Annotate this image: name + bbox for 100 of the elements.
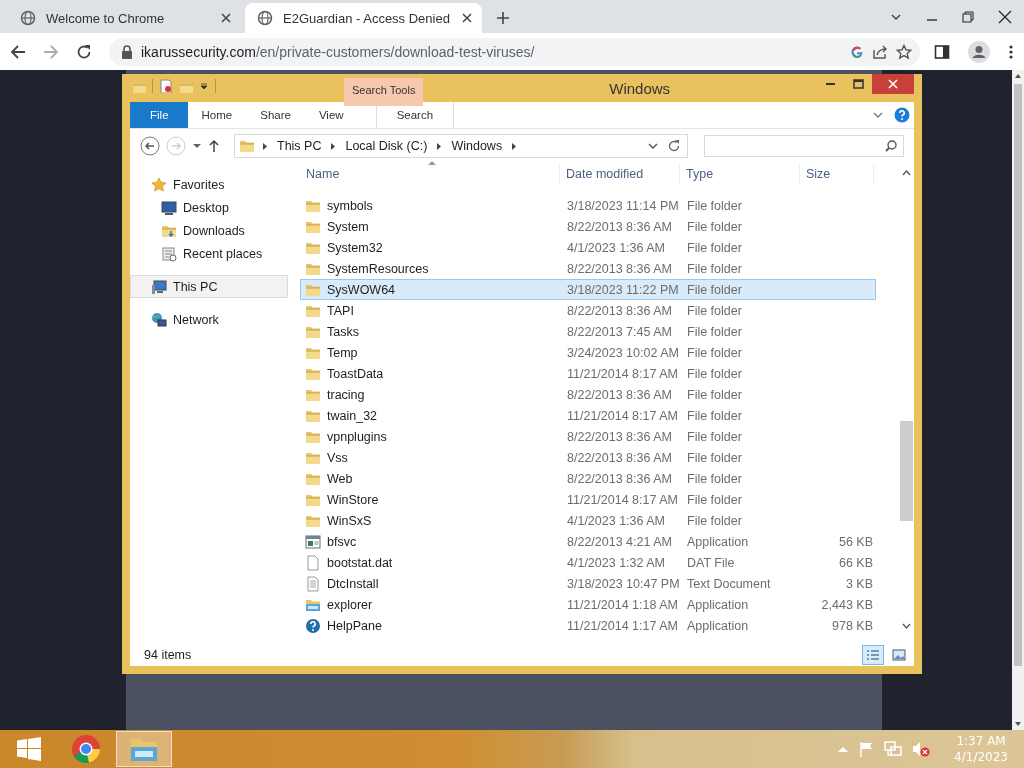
- file-row[interactable]: explorer 11/21/2014 1:18 AM Application 2,443 KB: [300, 594, 876, 615]
- monitor-icon: [161, 199, 177, 216]
- ribbon-tab[interactable]: Share: [246, 102, 305, 128]
- properties-icon[interactable]: [159, 79, 173, 93]
- back-icon[interactable]: [140, 136, 160, 156]
- nav-item[interactable]: Desktop: [130, 196, 288, 219]
- file-row[interactable]: symbols 3/18/2023 11:14 PM File folder: [300, 195, 876, 216]
- date-cell-text: 8/22/2013 8:36 AM: [566, 387, 673, 402]
- help-icon[interactable]: [894, 107, 910, 123]
- file-row[interactable]: System32 4/1/2023 1:36 AM File folder: [300, 237, 876, 258]
- file-row[interactable]: SysWOW64 3/18/2023 11:22 PM File folder: [300, 279, 876, 300]
- file-name: vpnplugins: [327, 429, 387, 444]
- browser-tab[interactable]: E2Guardian - Access Denied: [245, 3, 482, 33]
- size-cell-text: 2,443 KB: [820, 597, 874, 612]
- column-header[interactable]: Date modified: [560, 164, 680, 184]
- type-cell-text: File folder: [686, 282, 743, 297]
- date-cell-text: 8/22/2013 4:21 AM: [566, 534, 673, 549]
- type-cell-text: File folder: [686, 345, 743, 360]
- details-view-icon: [866, 649, 880, 661]
- file-row[interactable]: HelpPane 11/21/2014 1:17 AM Application 978 KB: [300, 615, 876, 636]
- muted-speaker-icon[interactable]: [912, 741, 931, 757]
- nav-item[interactable]: Network: [130, 308, 288, 331]
- up-icon[interactable]: [208, 139, 220, 153]
- ribbon-tab[interactable]: Search: [375, 102, 455, 128]
- file-name: ToastData: [327, 366, 384, 381]
- contextual-tab-group-label: Search Tools: [344, 78, 424, 106]
- file-row[interactable]: tracing 8/22/2013 8:36 AM File folder: [300, 384, 876, 405]
- file-row[interactable]: Vss 8/22/2013 8:36 AM File folder: [300, 447, 876, 468]
- file-row[interactable]: SystemResources 8/22/2013 8:36 AM File folder: [300, 258, 876, 279]
- date-cell-text: 11/21/2014 8:17 AM: [566, 408, 679, 423]
- lock-icon: [121, 44, 133, 59]
- close-icon[interactable]: [998, 9, 1012, 24]
- details-view-button[interactable]: [862, 645, 884, 665]
- share-icon[interactable]: [872, 43, 888, 60]
- nav-item[interactable]: Favorites: [130, 173, 288, 196]
- date-cell-text: 11/21/2014 8:17 AM: [566, 492, 679, 507]
- side-panel-icon[interactable]: [934, 43, 950, 60]
- type-cell-text: File folder: [686, 366, 743, 381]
- file-row[interactable]: bootstat.dat 4/1/2023 1:32 AM DAT File 66 KB: [300, 552, 876, 573]
- date-cell-text: 11/21/2014 1:18 AM: [566, 597, 679, 612]
- breadcrumb-item[interactable]: Windows: [449, 139, 505, 153]
- chevron-right-icon: [330, 141, 337, 151]
- new-tab-icon[interactable]: [496, 11, 510, 25]
- dropdown-icon[interactable]: [199, 81, 209, 91]
- minimize-icon: [825, 83, 835, 85]
- file-row[interactable]: WinStore 11/21/2014 8:17 AM File folder: [300, 489, 876, 510]
- profile-icon[interactable]: [968, 40, 990, 63]
- file-row[interactable]: TAPI 8/22/2013 8:36 AM File folder: [300, 300, 876, 321]
- ribbon-tab[interactable]: File: [130, 102, 188, 128]
- reload-icon[interactable]: [76, 43, 92, 60]
- column-header[interactable]: Type: [680, 164, 800, 184]
- recent-places-icon: [161, 245, 177, 262]
- type-cell-text: Application: [686, 597, 750, 612]
- back-icon[interactable]: [10, 43, 26, 60]
- file-row[interactable]: ToastData 11/21/2014 8:17 AM File folder: [300, 363, 876, 384]
- google-icon[interactable]: [850, 44, 864, 59]
- search-field[interactable]: [704, 135, 904, 157]
- recent-locations-icon[interactable]: [192, 141, 202, 151]
- sort-arrow-icon[interactable]: [428, 160, 436, 165]
- file-row[interactable]: vpnplugins 8/22/2013 8:36 AM File folder: [300, 426, 876, 447]
- file-row[interactable]: twain_32 11/21/2014 8:17 AM File folder: [300, 405, 876, 426]
- type-cell-text: File folder: [686, 240, 743, 255]
- close-icon[interactable]: [219, 11, 233, 25]
- file-row[interactable]: Temp 3/24/2023 10:02 AM File folder: [300, 342, 876, 363]
- menu-icon[interactable]: [1008, 43, 1014, 60]
- file-name: Web: [327, 471, 353, 486]
- date-cell-text: 4/1/2023 1:32 AM: [566, 555, 666, 570]
- file-row[interactable]: bfsvc 8/22/2013 4:21 AM Application 56 KB: [300, 531, 876, 552]
- search-icon[interactable]: [885, 140, 897, 152]
- nav-item[interactable]: Recent places: [130, 242, 288, 265]
- breadcrumb-item[interactable]: Local Disk (C:): [343, 139, 430, 153]
- date-cell-text: 8/22/2013 8:36 AM: [566, 450, 673, 465]
- file-row[interactable]: System 8/22/2013 8:36 AM File folder: [300, 216, 876, 237]
- refresh-icon[interactable]: [667, 139, 681, 153]
- file-name: DtcInstall: [327, 576, 379, 591]
- type-cell-text: File folder: [686, 219, 743, 234]
- file-row[interactable]: Tasks 8/22/2013 7:45 AM File folder: [300, 321, 876, 342]
- column-header[interactable]: Size: [800, 164, 874, 184]
- date-cell-text: 4/1/2023 1:36 AM: [566, 513, 666, 528]
- file-row[interactable]: Web 8/22/2013 8:36 AM File folder: [300, 468, 876, 489]
- size-cell-text: 56 KB: [837, 534, 874, 549]
- type-cell-text: File folder: [686, 261, 743, 276]
- file-name: explorer: [327, 597, 373, 612]
- globe-icon: [257, 10, 273, 26]
- browser-tab[interactable]: Welcome to Chrome: [8, 3, 245, 33]
- maximize-icon: [852, 79, 864, 89]
- breadcrumb-item[interactable]: This PC: [275, 139, 324, 153]
- file-row[interactable]: DtcInstall 3/18/2023 10:47 PM Text Document 3 KB: [300, 573, 876, 594]
- address-bar[interactable]: ikarussecurity.com/en/private-customers/download-test-viruses/: [109, 37, 920, 66]
- nav-item[interactable]: This PC: [130, 275, 288, 298]
- ribbon-tab[interactable]: Home: [187, 102, 247, 128]
- size-cell-text: 66 KB: [837, 555, 874, 570]
- star-icon[interactable]: [896, 43, 912, 60]
- file-row[interactable]: WinSxS 4/1/2023 1:36 AM File folder: [300, 510, 876, 531]
- type-cell-text: File folder: [686, 198, 743, 213]
- address-field[interactable]: This PC Local Disk (C:) Windows: [234, 134, 688, 158]
- restore-icon[interactable]: [962, 10, 974, 23]
- close-icon[interactable]: [459, 11, 474, 25]
- date-cell-text: 8/22/2013 8:36 AM: [566, 261, 673, 276]
- nav-item[interactable]: Downloads: [130, 219, 288, 242]
